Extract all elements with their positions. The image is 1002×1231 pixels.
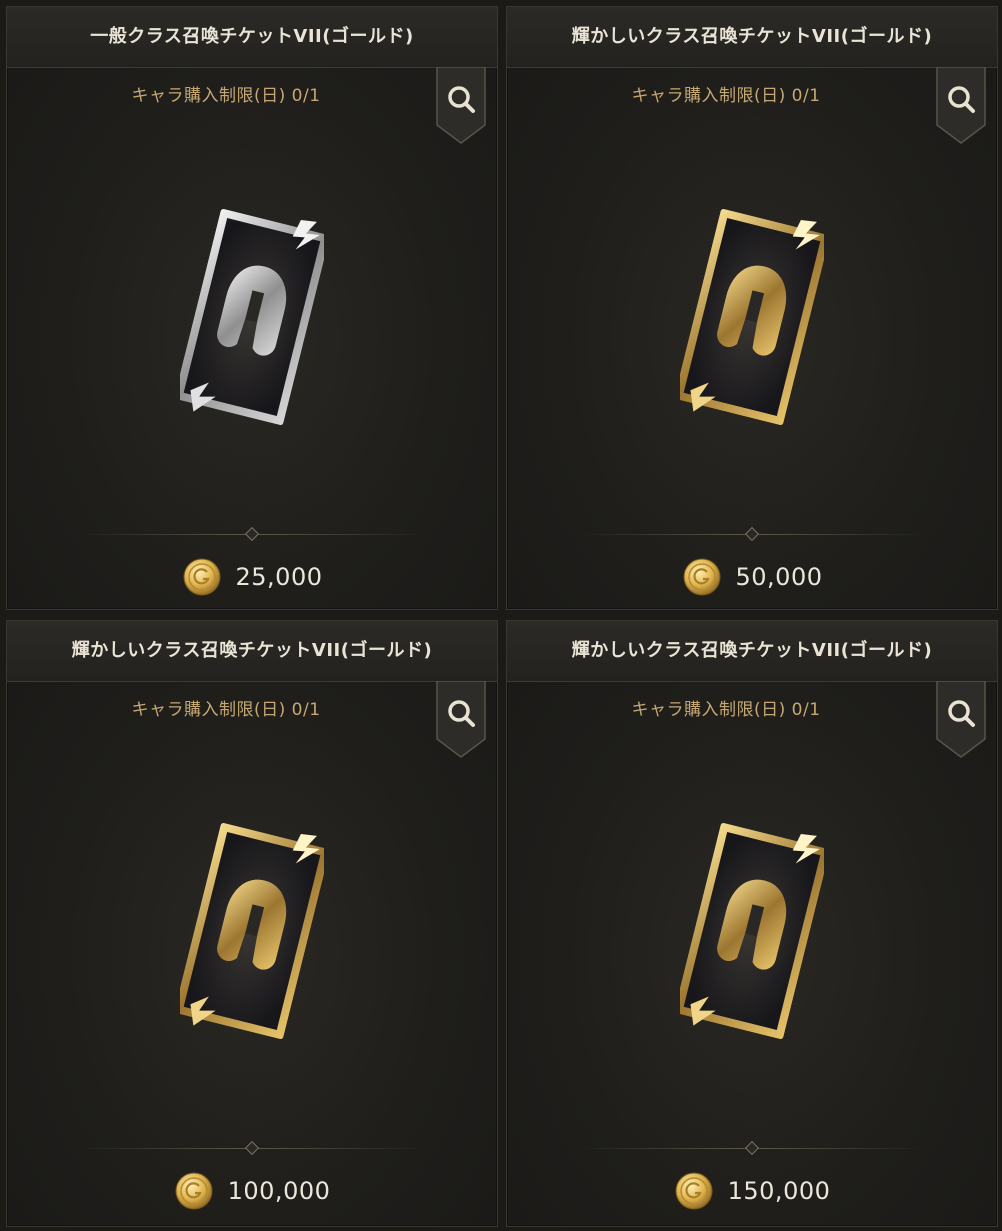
gold-coin-icon — [183, 558, 220, 596]
gold-coin-icon — [175, 1172, 213, 1210]
summon-ticket-icon — [180, 209, 324, 425]
magnifier-icon — [936, 66, 986, 144]
shop-item-card[interactable]: 輝かしいクラス召喚チケットVII(ゴールド) キャラ購入制限(日) 0/1 — [6, 620, 498, 1227]
divider-ornament — [244, 526, 260, 542]
summon-ticket-icon — [680, 209, 824, 425]
purchase-limit: キャラ購入制限(日) 0/1 — [131, 86, 321, 106]
item-title: 輝かしいクラス召喚チケットVII(ゴールド) — [507, 7, 997, 68]
divider-ornament — [744, 1140, 760, 1156]
summon-ticket-icon — [680, 823, 824, 1039]
price-value: 100,000 — [227, 1177, 331, 1205]
magnifier-icon — [936, 680, 986, 758]
search-button[interactable] — [435, 66, 487, 145]
purchase-limit: キャラ購入制限(日) 0/1 — [631, 86, 821, 106]
item-title: 輝かしいクラス召喚チケットVII(ゴールド) — [507, 621, 997, 682]
shop-item-card[interactable]: 輝かしいクラス召喚チケットVII(ゴールド) キャラ購入制限(日) 0/1 — [506, 620, 998, 1227]
purchase-limit: キャラ購入制限(日) 0/1 — [631, 700, 821, 720]
price-row: 25,000 — [7, 557, 497, 597]
summon-ticket-icon — [180, 823, 324, 1039]
price-row: 100,000 — [7, 1171, 497, 1211]
magnifier-icon — [436, 66, 486, 144]
magnifier-icon — [436, 680, 486, 758]
price-row: 150,000 — [507, 1171, 997, 1211]
price-row: 50,000 — [507, 557, 997, 597]
item-title: 輝かしいクラス召喚チケットVII(ゴールド) — [7, 621, 497, 682]
gold-coin-icon — [675, 1172, 713, 1210]
price-value: 50,000 — [735, 563, 823, 591]
item-title: 一般クラス召喚チケットVII(ゴールド) — [7, 7, 497, 68]
purchase-limit: キャラ購入制限(日) 0/1 — [131, 700, 321, 720]
gold-coin-icon — [683, 558, 720, 596]
search-button[interactable] — [435, 680, 487, 759]
shop-item-card[interactable]: 一般クラス召喚チケットVII(ゴールド) キャラ購入制限(日) 0/1 25,0… — [6, 6, 498, 610]
price-value: 150,000 — [727, 1177, 831, 1205]
shop-item-card[interactable]: 輝かしいクラス召喚チケットVII(ゴールド) キャラ購入制限(日) 0/1 — [506, 6, 998, 610]
search-button[interactable] — [935, 680, 987, 759]
price-value: 25,000 — [235, 563, 323, 591]
divider-ornament — [744, 526, 760, 542]
divider-ornament — [244, 1140, 260, 1156]
search-button[interactable] — [935, 66, 987, 145]
